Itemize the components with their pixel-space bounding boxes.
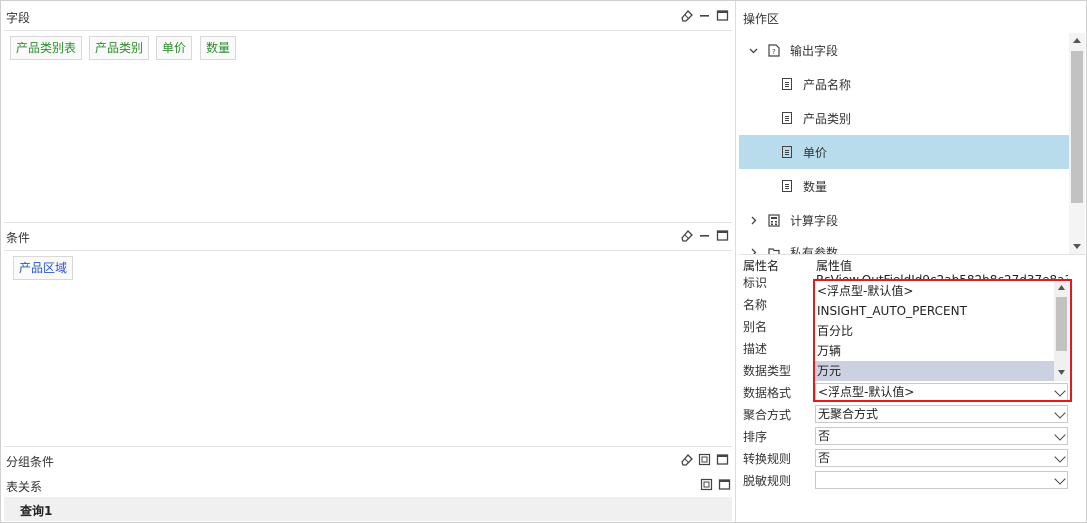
tree-item[interactable]: 产品类别 — [739, 101, 1069, 135]
field-chip[interactable]: 产品类别表 — [10, 36, 83, 60]
conversion-select-value: 否 — [818, 451, 831, 465]
prop-label: 脱敏规则 — [743, 474, 792, 488]
conversion-select[interactable]: 否 — [815, 449, 1068, 467]
tree-item[interactable]: 产品名称 — [739, 67, 1069, 101]
prop-label: 排序 — [743, 430, 768, 444]
tree-label: 产品类别 — [803, 111, 852, 126]
scrollbar-thumb[interactable] — [1056, 297, 1067, 351]
sort-select[interactable]: 否 — [815, 427, 1068, 445]
tree-item[interactable]: 数量 — [739, 169, 1069, 203]
tree-label: 私有参数 — [790, 246, 839, 254]
condition-chip[interactable]: 产品区域 — [13, 256, 74, 280]
tree-node-calc-fields[interactable]: 计算字段 — [739, 203, 1069, 237]
prop-label: 聚合方式 — [743, 408, 792, 422]
relation-tab-bar — [4, 497, 732, 521]
maximize-icon[interactable] — [718, 478, 731, 491]
svg-text:?: ? — [772, 48, 776, 56]
tree-label: 计算字段 — [790, 213, 839, 228]
maximize-icon[interactable] — [716, 9, 729, 22]
group-toolbar — [680, 453, 729, 466]
format-select[interactable]: <浮点型-默认值> — [815, 383, 1068, 401]
format-dropdown-list[interactable]: <浮点型-默认值> INSIGHT_AUTO_PERCENT 百分比 万辆 万元 — [815, 281, 1054, 381]
chevron-down-icon[interactable] — [1054, 407, 1066, 419]
tree-label: 输出字段 — [790, 43, 839, 58]
tree-node-private-params[interactable]: 私有参数 — [739, 237, 1069, 254]
list-doc-icon — [782, 112, 792, 124]
props-divider — [739, 254, 1085, 255]
tree-item-selected[interactable]: 单价 — [739, 135, 1069, 169]
prop-label: 数据类型 — [743, 364, 792, 378]
prop-label: 名称 — [743, 298, 768, 312]
eraser-icon[interactable] — [680, 229, 693, 242]
aggregation-select[interactable]: 无聚合方式 — [815, 405, 1068, 423]
relation-toolbar — [700, 478, 731, 491]
scroll-down-icon[interactable] — [1073, 244, 1081, 250]
folder-icon — [768, 248, 780, 254]
calculator-icon — [768, 213, 780, 227]
dropdown-scrollbar[interactable] — [1054, 281, 1069, 381]
prop-label: 数据格式 — [743, 386, 792, 400]
dropdown-option[interactable]: <浮点型-默认值> — [815, 281, 1054, 301]
prop-label: 转换规则 — [743, 452, 792, 466]
minimize-icon[interactable] — [698, 9, 711, 22]
sort-select-value: 否 — [818, 429, 831, 443]
conditions-top-divider — [4, 222, 732, 223]
tree-label: 单价 — [803, 145, 828, 160]
scrollbar-thumb[interactable] — [1071, 51, 1083, 203]
conditions-panel-title: 条件 — [6, 231, 31, 245]
chevron-right-icon[interactable] — [749, 216, 758, 225]
maximize-icon[interactable] — [716, 229, 729, 242]
chevron-down-icon[interactable] — [749, 46, 758, 55]
relation-panel-title: 表关系 — [6, 480, 43, 494]
list-doc-icon — [782, 78, 792, 90]
aggregation-select-value: 无聚合方式 — [818, 407, 879, 421]
group-top-divider — [4, 446, 732, 447]
chevron-down-icon[interactable] — [1054, 429, 1066, 441]
conditions-divider — [4, 250, 732, 251]
prop-label: 描述 — [743, 342, 768, 356]
props-header-name: 属性名 — [743, 259, 780, 273]
eraser-icon[interactable] — [680, 9, 693, 22]
group-panel-title: 分组条件 — [6, 455, 55, 469]
field-chip[interactable]: 单价 — [156, 36, 193, 60]
conditions-toolbar — [680, 229, 729, 242]
tree-scrollbar[interactable] — [1069, 33, 1085, 254]
tree-node-output-fields[interactable]: ? 输出字段 — [739, 33, 1069, 67]
list-doc-icon — [782, 180, 792, 192]
restore-icon[interactable] — [698, 453, 711, 466]
chevron-down-icon[interactable] — [1054, 451, 1066, 463]
format-select-value: <浮点型-默认值> — [818, 385, 915, 399]
fields-toolbar — [680, 9, 729, 22]
minimize-icon[interactable] — [698, 229, 711, 242]
scroll-up-icon[interactable] — [1073, 37, 1081, 43]
panel-splitter[interactable] — [735, 1, 736, 522]
field-chip[interactable]: 产品类别 — [89, 36, 150, 60]
scroll-up-icon[interactable] — [1058, 285, 1065, 290]
ops-panel-title: 操作区 — [743, 12, 780, 26]
fields-divider — [4, 30, 732, 31]
props-header-value: 属性值 — [816, 259, 853, 273]
tree-label: 产品名称 — [803, 77, 852, 92]
prop-label: 标识 — [743, 276, 768, 290]
scroll-down-icon[interactable] — [1058, 370, 1065, 375]
dropdown-option[interactable]: INSIGHT_AUTO_PERCENT — [815, 301, 1054, 321]
eraser-icon[interactable] — [680, 453, 693, 466]
restore-icon[interactable] — [700, 478, 713, 491]
field-chip[interactable]: 数量 — [200, 36, 237, 60]
tree-label: 数量 — [803, 179, 828, 194]
chevron-down-icon[interactable] — [1054, 385, 1066, 397]
tab-query1[interactable]: 查询1 — [20, 502, 52, 519]
field-doc-icon: ? — [768, 43, 780, 57]
chevron-down-icon[interactable] — [1054, 473, 1066, 485]
dropdown-option-highlighted[interactable]: 万元 — [815, 361, 1054, 381]
masking-select[interactable] — [815, 471, 1068, 489]
maximize-icon[interactable] — [716, 453, 729, 466]
list-doc-icon — [782, 146, 792, 158]
fields-panel-title: 字段 — [6, 11, 31, 25]
dropdown-option[interactable]: 百分比 — [815, 321, 1054, 341]
dropdown-option[interactable]: 万辆 — [815, 341, 1054, 361]
prop-label: 别名 — [743, 320, 768, 334]
